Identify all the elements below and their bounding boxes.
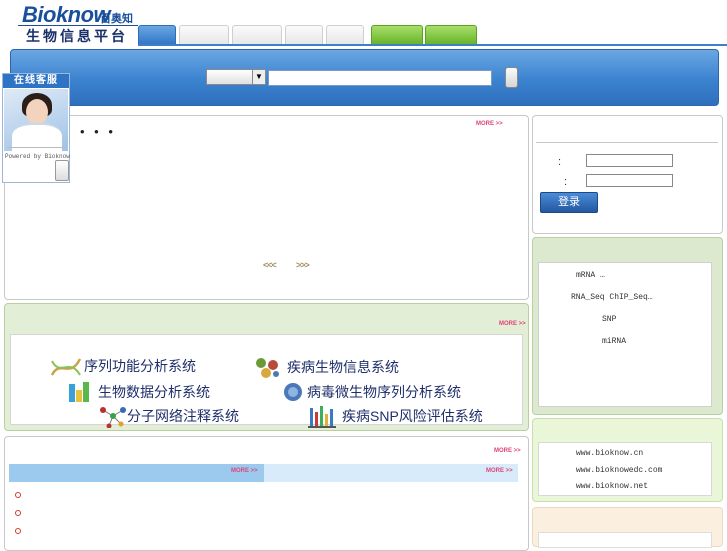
username-field[interactable] <box>586 154 673 167</box>
contact-panel-body <box>538 532 712 548</box>
nav-underline <box>138 44 727 46</box>
news-more-link[interactable]: MORE >> <box>494 448 521 454</box>
prev-arrows-button[interactable]: <<< <box>263 260 277 270</box>
bioknow-logo[interactable]: Bioknow 百奥知 生物信息平台 <box>16 2 140 45</box>
news-tab-left-more[interactable]: MORE >> <box>231 468 258 474</box>
molecule-icon <box>256 358 279 378</box>
nav-tab-2[interactable] <box>179 25 229 45</box>
news-tab-left[interactable] <box>9 464 264 482</box>
service-powered-by: Powered by Bioknow <box>5 153 70 160</box>
platform-title: 生物信息平台 <box>26 30 128 45</box>
site-link[interactable]: www.bioknow.net <box>576 482 648 491</box>
login-divider <box>536 142 718 143</box>
nav-tab-green-2[interactable] <box>425 25 477 45</box>
system-label-data-analysis[interactable]: 生物数据分析系统 <box>98 382 210 402</box>
virus-icon <box>284 383 302 401</box>
agent-face <box>26 99 48 125</box>
system-item-sequence[interactable] <box>50 355 82 382</box>
news-panel <box>4 436 529 551</box>
online-service-widget: 在线客服 Powered by Bioknow <box>2 73 70 183</box>
system-item-snp[interactable] <box>308 404 338 431</box>
system-item-data-analysis[interactable] <box>67 380 95 407</box>
dna-icon <box>50 358 82 376</box>
system-item-network[interactable] <box>99 404 127 431</box>
search-input[interactable] <box>268 70 492 86</box>
system-item-virus[interactable] <box>281 380 305 407</box>
database-item[interactable]: miRNA <box>602 337 626 346</box>
logo-brand-cn: 百奥知 <box>100 13 133 25</box>
nav-tab-5[interactable] <box>326 25 364 45</box>
nav-tab-4[interactable] <box>285 25 323 45</box>
database-item[interactable]: mRNA … <box>576 271 605 280</box>
site-link[interactable]: www.bioknow.cn <box>576 449 643 458</box>
password-label: : <box>564 176 568 188</box>
news-bullet-icon <box>15 492 21 498</box>
search-button[interactable] <box>505 67 518 88</box>
featured-panel <box>4 115 529 300</box>
system-label-sequence[interactable]: 序列功能分析系统 <box>84 356 196 376</box>
service-chat-button[interactable] <box>55 160 69 181</box>
systems-more-link[interactable]: MORE >> <box>499 321 526 327</box>
database-item[interactable]: RNA_Seq ChIP_Seq… <box>571 293 653 302</box>
system-label-snp[interactable]: 疾病SNP风险评估系统 <box>342 406 483 426</box>
nav-tab-home[interactable] <box>138 25 176 45</box>
system-label-disease[interactable]: 疾病生物信息系统 <box>287 357 399 377</box>
system-item-disease[interactable] <box>253 355 281 382</box>
chevron-down-icon[interactable]: ▼ <box>252 70 265 84</box>
system-label-network[interactable]: 分子网络注释系统 <box>127 406 239 426</box>
site-link[interactable]: www.bioknowedc.com <box>576 466 662 475</box>
snp-icon <box>308 406 336 428</box>
next-arrows-button[interactable]: >>> <box>296 260 310 270</box>
news-tab-right-more[interactable]: MORE >> <box>486 468 513 474</box>
password-field[interactable] <box>586 174 673 187</box>
service-divider <box>7 147 65 148</box>
search-category-select[interactable]: ▼ <box>206 69 266 85</box>
bars-icon <box>69 382 89 402</box>
featured-more-link[interactable]: MORE >> <box>476 121 503 127</box>
username-label: : <box>558 156 562 168</box>
nav-tab-green-1[interactable] <box>371 25 423 45</box>
network-icon <box>100 407 126 429</box>
databases-list <box>538 262 712 407</box>
database-item[interactable]: SNP <box>602 315 616 324</box>
login-button[interactable]: 登录 <box>540 192 598 213</box>
featured-ellipsis: • • • <box>80 124 116 139</box>
news-bullet-icon <box>15 510 21 516</box>
news-bullet-icon <box>15 528 21 534</box>
nav-tab-3[interactable] <box>232 25 282 45</box>
system-label-virus[interactable]: 病毒微生物序列分析系统 <box>307 382 461 402</box>
service-agent-photo[interactable] <box>4 89 68 151</box>
service-title: 在线客服 <box>3 74 69 88</box>
news-tab-right[interactable] <box>264 464 518 482</box>
